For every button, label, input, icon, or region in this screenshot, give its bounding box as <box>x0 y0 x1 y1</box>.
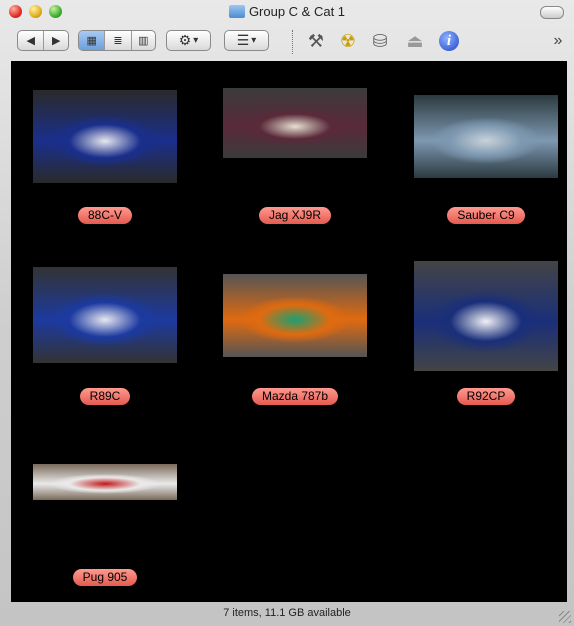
forward-button[interactable]: ▶ <box>44 31 68 50</box>
image-thumbnail[interactable] <box>33 464 177 500</box>
utilities-icon[interactable]: ⚒ <box>303 28 329 54</box>
window-title-text: Group C & Cat 1 <box>248 4 346 19</box>
toolbar-separator <box>292 30 294 54</box>
column-view-button[interactable]: ▥ <box>132 31 155 50</box>
back-button[interactable]: ◀ <box>18 31 45 50</box>
icon-view-button[interactable]: ▦ <box>79 31 106 50</box>
finder-window: Group C & Cat 1 ◀ ▶ ▦ ≣ ▥ ⚙ ▾ ☰ ▾ ⚒ ☢ ⛁ … <box>0 0 574 626</box>
file-name-label[interactable]: Pug 905 <box>72 569 138 586</box>
image-thumbnail[interactable] <box>33 267 177 363</box>
image-thumbnail[interactable] <box>223 274 367 357</box>
eject-icon[interactable]: ⏏ <box>402 28 428 54</box>
chevron-down-icon: ▾ <box>193 35 199 46</box>
status-bar: 7 items, 11.1 GB available <box>0 602 574 626</box>
file-name-label[interactable]: 88C-V <box>77 207 132 224</box>
status-text: 7 items, 11.1 GB available <box>223 607 351 619</box>
file-name-label[interactable]: Mazda 787b <box>251 388 339 405</box>
resize-grip[interactable] <box>559 611 571 623</box>
info-glyph: i <box>439 31 459 51</box>
image-thumbnail[interactable] <box>223 88 367 158</box>
file-name-label[interactable]: R92CP <box>456 388 516 405</box>
chevron-down-icon: ▾ <box>251 35 257 46</box>
image-thumbnail[interactable] <box>414 95 558 178</box>
file-name-label[interactable]: Sauber C9 <box>447 207 525 224</box>
nav-buttons: ◀ ▶ <box>17 30 69 51</box>
folder-icon <box>228 5 245 18</box>
burn-icon[interactable]: ☢ <box>335 28 361 54</box>
info-icon[interactable]: i <box>436 28 462 54</box>
window-title: Group C & Cat 1 <box>0 4 574 19</box>
disk-icon[interactable]: ⛁ <box>367 28 393 54</box>
action-menu-button[interactable]: ⚙ ▾ <box>166 30 211 51</box>
arrange-menu-button[interactable]: ☰ ▾ <box>224 30 269 51</box>
toolbar-toggle-button[interactable] <box>540 6 564 19</box>
overflow-chevron-icon[interactable]: » <box>548 28 568 54</box>
arrange-button-content: ☰ ▾ <box>225 31 268 50</box>
title-bar[interactable]: Group C & Cat 1 <box>0 0 574 24</box>
image-thumbnail[interactable] <box>33 90 177 183</box>
arrange-icon: ☰ <box>236 32 250 48</box>
gear-icon: ⚙ <box>178 32 192 48</box>
list-view-button[interactable]: ≣ <box>105 31 132 50</box>
action-button-content: ⚙ ▾ <box>167 31 210 50</box>
view-mode-buttons: ▦ ≣ ▥ <box>78 30 156 51</box>
file-name-label[interactable]: Jag XJ9R <box>258 207 332 224</box>
icon-grid[interactable]: 88C-V Jag XJ9R Sauber C9 R89C Mazda 787b R92C… <box>11 61 567 602</box>
toolbar: ◀ ▶ ▦ ≣ ▥ ⚙ ▾ ☰ ▾ ⚒ ☢ ⛁ ⏏ i » <box>0 24 574 60</box>
image-thumbnail[interactable] <box>414 261 558 371</box>
file-name-label[interactable]: R89C <box>79 388 131 405</box>
